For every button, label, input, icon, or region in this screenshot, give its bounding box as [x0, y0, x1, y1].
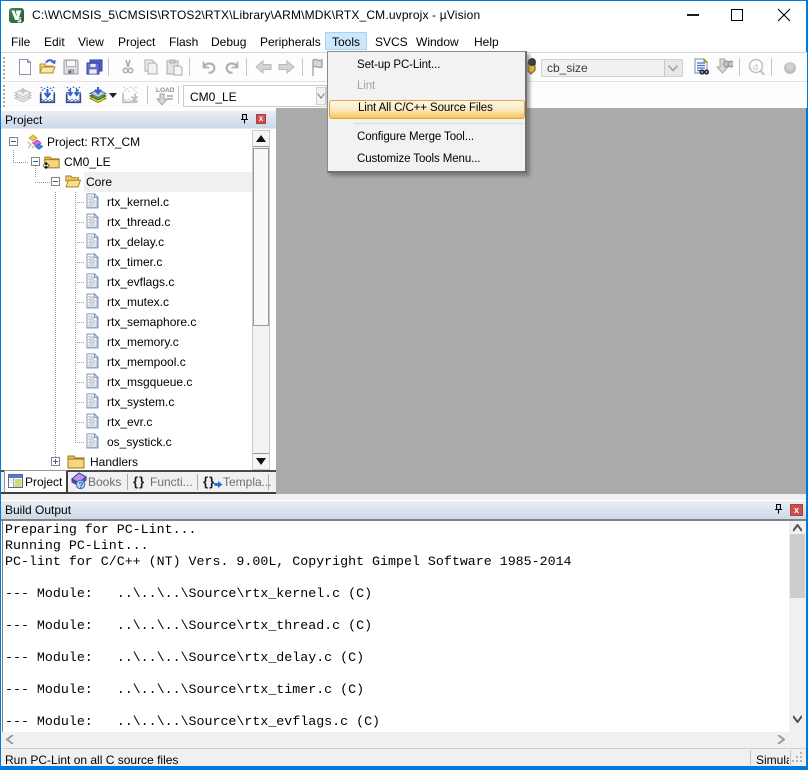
svg-text:LOAD: LOAD	[156, 87, 175, 94]
svg-text:d: d	[753, 62, 758, 72]
svg-text:?: ?	[78, 480, 83, 490]
